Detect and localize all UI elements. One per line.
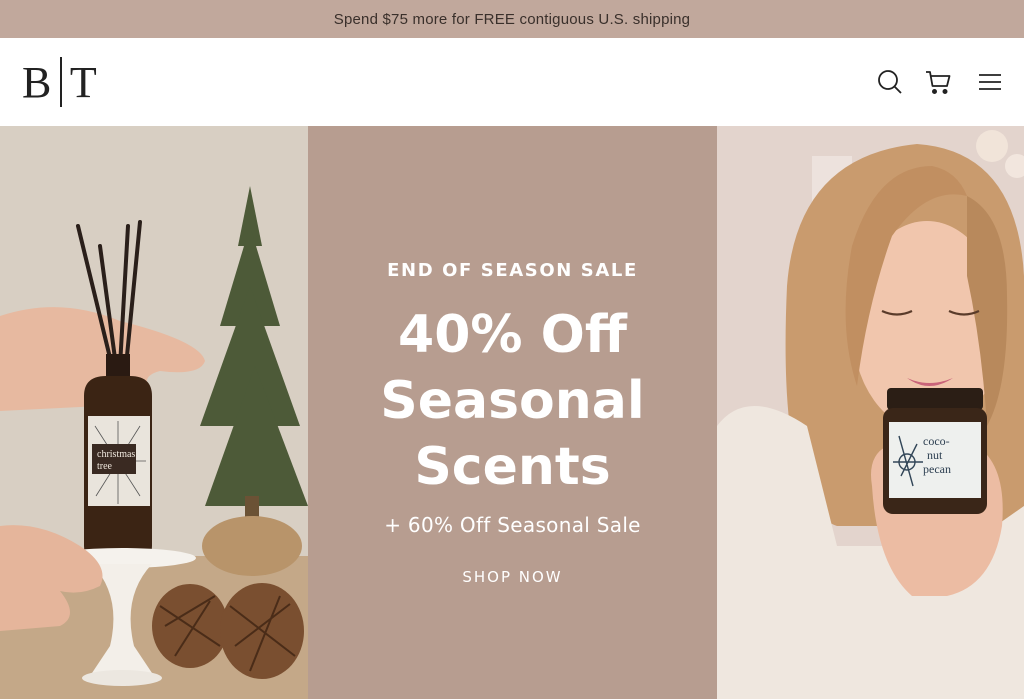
candle-label-line3: pecan (923, 462, 951, 476)
hero-banner[interactable]: christmas tree END OF SEASON SALE 40% Of… (0, 126, 1024, 699)
announcement-text: Spend $75 more for FREE contiguous U.S. … (333, 10, 691, 28)
candle-label-line2: nut (927, 448, 943, 462)
site-header: B T (0, 38, 1024, 126)
candle-label-line1: coco- (923, 434, 950, 448)
menu-button[interactable] (976, 68, 1004, 96)
announcement-bar: Spend $75 more for FREE contiguous U.S. … (0, 0, 1024, 38)
shop-now-link[interactable]: SHOP NOW (308, 568, 717, 586)
promo-eyebrow: END OF SEASON SALE (387, 260, 638, 281)
logo-divider (60, 57, 62, 107)
diffuser-label-line2: tree (97, 461, 113, 472)
diffuser-label-line1: christmas (97, 449, 135, 460)
menu-icon (976, 68, 1004, 96)
diffuser-photo: christmas tree (0, 126, 308, 699)
logo-letter-t: T (69, 57, 98, 107)
candle-photo: coco- nut pecan (717, 126, 1024, 699)
search-button[interactable] (876, 68, 904, 96)
promo-panel[interactable]: END OF SEASON SALE 40% Off Seasonal Scen… (308, 126, 717, 699)
promo-subline: + 60% Off Seasonal Sale (384, 513, 641, 537)
logo[interactable]: B T (22, 56, 98, 108)
hero-image-left: christmas tree (0, 126, 308, 699)
promo-headline: 40% Off Seasonal Scents (380, 305, 645, 497)
hero-image-right: coco- nut pecan (717, 126, 1024, 699)
search-icon (876, 68, 904, 96)
cart-icon (924, 68, 952, 96)
logo-letter-b: B (22, 57, 53, 107)
cart-button[interactable] (924, 68, 952, 96)
